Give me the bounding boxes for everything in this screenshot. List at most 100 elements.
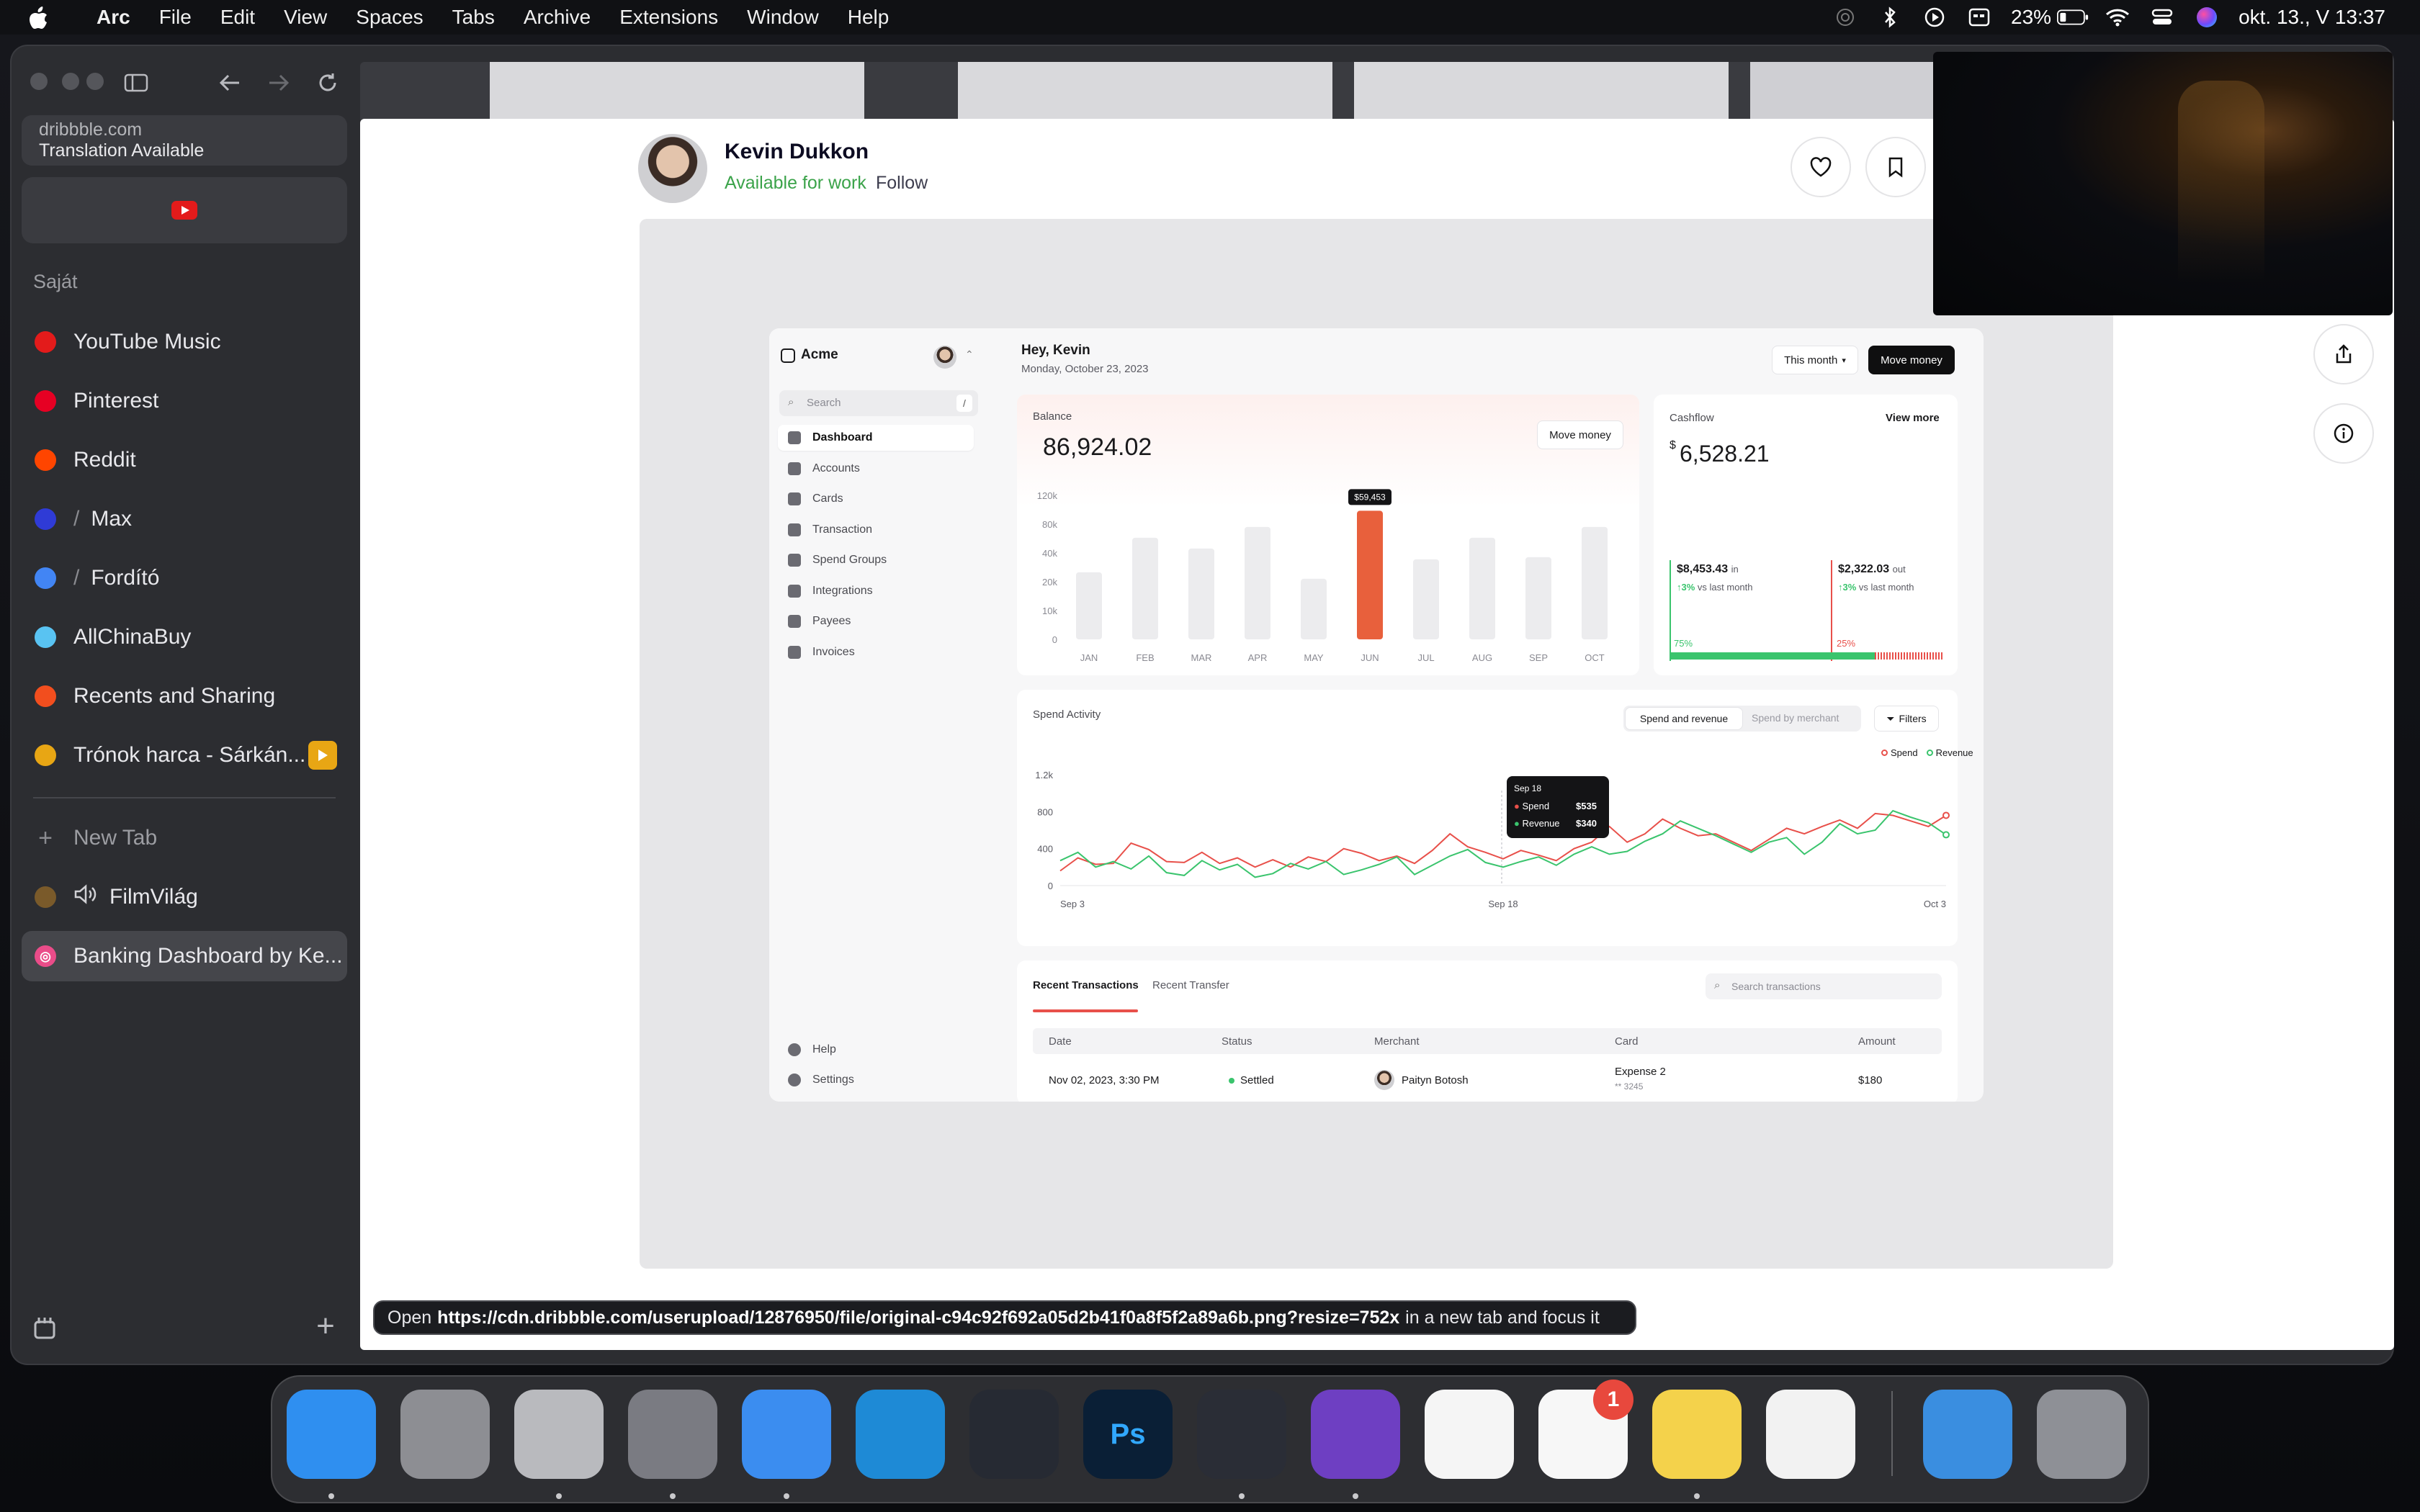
balance-move-money-button[interactable]: Move money [1537,420,1623,449]
siri-icon[interactable] [2191,0,2223,35]
close-window-button[interactable] [30,73,48,90]
user-avatar[interactable] [933,346,956,369]
archive-icon[interactable] [32,1315,58,1341]
view-more-link[interactable]: View more [1886,412,1940,424]
vscode-icon[interactable] [856,1390,945,1479]
menu-app-name[interactable]: Arc [97,6,130,29]
translation-notice[interactable]: Translation Available [39,140,330,161]
speaker-icon[interactable] [73,884,98,910]
author-name[interactable]: Kevin Dukkon [725,140,869,164]
period-dropdown[interactable]: This month ▾ [1772,346,1858,374]
notes-icon[interactable] [1652,1390,1742,1479]
back-arrow-icon[interactable] [212,65,248,101]
share-icon[interactable] [2313,324,2374,384]
menu-file[interactable]: File [159,6,192,29]
menu-help[interactable]: Help [848,6,889,29]
pinned-youtube-tab[interactable] [22,177,347,243]
nav-payees[interactable]: Payees [778,608,974,634]
nav-accounts[interactable]: Accounts [778,456,974,482]
calendar-widget-icon[interactable] [1963,0,1995,35]
bookmark-icon[interactable] [1865,137,1926,197]
textedit-icon[interactable] [1766,1390,1855,1479]
reminders-icon[interactable]: 1 [1538,1380,1634,1479]
menu-extensions[interactable]: Extensions [619,6,718,29]
series-spend-line[interactable] [1059,812,1947,872]
mail-icon[interactable] [742,1390,831,1479]
forward-arrow-icon[interactable] [261,65,297,101]
menu-spaces[interactable]: Spaces [356,6,423,29]
tab-banking-dashboard[interactable]: ◎ Banking Dashboard by Ke... [22,931,347,981]
info-icon[interactable] [2313,403,2374,464]
menu-view[interactable]: View [284,6,327,29]
bar-sep[interactable] [1525,557,1551,639]
bar-oct[interactable] [1582,526,1608,639]
nav-dashboard[interactable]: Dashboard [778,425,974,451]
bar-jan[interactable] [1076,572,1102,639]
trash-icon[interactable] [2037,1390,2126,1479]
menu-edit[interactable]: Edit [220,6,255,29]
github-desktop-icon[interactable] [1311,1390,1400,1479]
apple-menu-icon[interactable] [27,6,63,29]
new-tab-button[interactable]: + New Tab [22,813,347,863]
author-avatar[interactable] [638,134,707,203]
menu-tabs[interactable]: Tabs [452,6,495,29]
nav-settings[interactable]: Settings [778,1067,974,1093]
tab-spend-by-merchant[interactable]: Spend by merchant [1752,712,1839,724]
sidebar-toggle-icon[interactable] [118,65,154,101]
arc-icon[interactable] [628,1390,717,1479]
transactions-search[interactable]: ⌕ Search transactions [1706,973,1942,999]
davinci-resolve-icon[interactable] [969,1390,1059,1479]
wifi-icon[interactable] [2102,0,2133,35]
photos-icon[interactable] [1425,1390,1514,1479]
picture-in-picture-video[interactable] [1933,52,2393,315]
menu-clock[interactable]: okt. 13., V 13:37 [2238,6,2385,29]
tab-play[interactable]: Trónok harca - Sárkán... [22,730,347,780]
tab-recent-transactions[interactable]: Recent Transactions [1033,979,1139,991]
address-bar[interactable]: dribbble.com Translation Available [22,115,347,166]
tab-pinterest[interactable]: Pinterest [22,376,347,426]
bar-may[interactable] [1301,578,1327,639]
tab-reddit[interactable]: Reddit [22,435,347,485]
series-revenue-line[interactable] [1059,809,1947,878]
downloads-folder-icon[interactable] [1923,1390,2012,1479]
blender-icon[interactable] [1197,1390,1286,1479]
launchpad-icon[interactable] [514,1390,604,1479]
menu-window[interactable]: Window [747,6,819,29]
finder-icon[interactable] [287,1390,376,1479]
nav-transaction[interactable]: Transaction [778,517,974,543]
nav-cards[interactable]: Cards [778,486,974,512]
tab-youtube-music[interactable]: YouTube Music [22,317,347,367]
tab-recent-transfer[interactable]: Recent Transfer [1152,979,1229,991]
reload-icon[interactable] [310,65,346,101]
tab-figma[interactable]: Recents and Sharing [22,671,347,721]
system-settings-icon[interactable] [400,1390,490,1479]
now-playing-icon[interactable] [1919,0,1950,35]
photoshop-icon[interactable]: Ps [1083,1390,1173,1479]
zoom-window-button[interactable] [86,73,104,90]
tab-translate[interactable]: / Fordító [22,553,347,603]
bluetooth-icon[interactable] [1874,0,1906,35]
bar-jun[interactable] [1357,510,1383,639]
airdrop-icon[interactable] [1829,0,1861,35]
table-row[interactable]: Nov 02, 2023, 3:30 PM Settled Paityn Bot… [1033,1058,1942,1102]
nav-help[interactable]: Help [778,1037,974,1063]
control-center-icon[interactable] [2146,0,2178,35]
tab-max[interactable]: / Max [22,494,347,544]
chevron-updown-icon[interactable]: ⌃ [965,348,974,361]
move-money-button[interactable]: Move money [1868,346,1955,374]
bar-mar[interactable] [1188,548,1214,639]
minimize-window-button[interactable] [62,73,79,90]
bar-apr[interactable] [1245,526,1270,639]
menu-archive[interactable]: Archive [524,6,591,29]
new-space-plus-icon[interactable]: + [311,1310,340,1342]
nav-invoices[interactable]: Invoices [778,639,974,665]
filters-button[interactable]: ⏷ Filters [1874,706,1939,732]
dashboard-search[interactable]: ⌕ Search / [779,390,978,416]
nav-spend-groups[interactable]: Spend Groups [778,547,974,573]
follow-link[interactable]: Follow [876,173,928,194]
bar-feb[interactable] [1132,537,1158,639]
tab-filmvilag[interactable]: FilmVilág [22,872,347,922]
nav-integrations[interactable]: Integrations [778,578,974,604]
battery-icon[interactable] [2057,0,2089,35]
tab-spend-and-revenue[interactable]: Spend and revenue [1625,707,1743,730]
